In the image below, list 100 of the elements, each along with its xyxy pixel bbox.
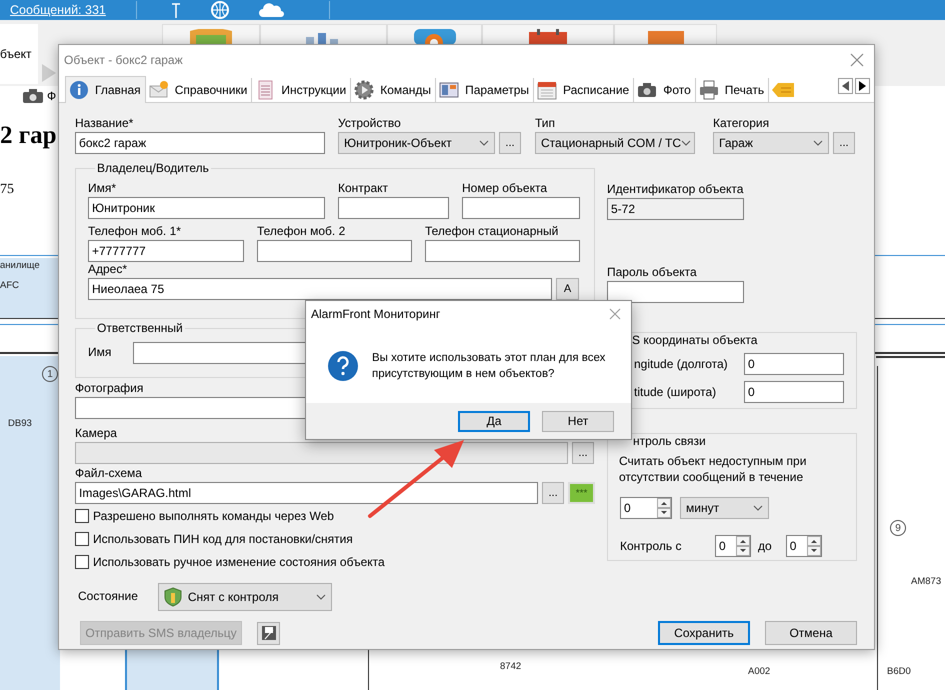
password-field[interactable] xyxy=(607,281,744,303)
text-field[interactable] xyxy=(257,240,412,262)
tab[interactable]: Инструкции xyxy=(252,78,352,102)
field-label: Фотография xyxy=(75,381,144,396)
plan-label: 8742 xyxy=(500,661,522,672)
plan-label: A002 xyxy=(748,666,770,677)
scheme-field[interactable]: Images\GARAG.html xyxy=(75,482,538,504)
scroll-right-button[interactable] xyxy=(855,78,870,94)
dropdown[interactable]: Гараж xyxy=(713,132,829,154)
message-box-title: AlarmFront Мониторинг xyxy=(311,307,440,321)
globe-icon[interactable] xyxy=(208,1,231,19)
field-label: titude (широта) xyxy=(634,384,718,398)
field-label: Пароль объекта xyxy=(607,265,697,280)
tab[interactable]: Справочники xyxy=(146,78,252,102)
tab[interactable]: Печать xyxy=(696,78,770,102)
question-icon xyxy=(327,350,359,382)
envelope-icon xyxy=(148,80,169,100)
tab-label[interactable]: Ф xyxy=(47,89,56,103)
plan-label: AFC xyxy=(0,280,19,291)
layout-icon xyxy=(439,80,460,100)
plan-zone xyxy=(0,258,60,318)
group-title: S координаты объекта xyxy=(631,333,758,348)
text-field[interactable] xyxy=(425,240,580,262)
field-label: Телефон моб. 1* xyxy=(88,224,182,239)
dialog-button[interactable]: Нет xyxy=(542,410,614,432)
browse-button[interactable]: ... xyxy=(572,442,594,464)
checkbox[interactable] xyxy=(75,532,89,546)
dialog-button[interactable]: Да xyxy=(458,410,530,432)
browse-button[interactable]: ... xyxy=(542,482,564,504)
coordinate-field[interactable]: 0 xyxy=(744,353,844,375)
checkbox[interactable] xyxy=(75,508,89,522)
object-tab[interactable]: бъект xyxy=(0,24,38,84)
dropdown[interactable]: Стационарный COM / TC xyxy=(535,132,695,154)
chevron-icon xyxy=(813,140,823,146)
spin-field[interactable]: 0 xyxy=(715,535,751,557)
group-title: нтроль связи xyxy=(632,434,707,449)
text-field[interactable]: бокс2 гараж xyxy=(75,132,325,154)
checkbox[interactable] xyxy=(75,554,89,568)
spin-field[interactable]: 0 xyxy=(620,496,672,518)
spin-arrows-icon xyxy=(657,498,671,518)
tab[interactable]: Параметры xyxy=(436,78,534,102)
field-label: Тип xyxy=(535,116,556,131)
field-label: до xyxy=(758,539,772,553)
cancel-button[interactable]: Отмена xyxy=(765,621,857,645)
printer-icon xyxy=(698,80,719,100)
field-label: ngitude (долгота) xyxy=(634,356,729,370)
dropdown[interactable]: Юнитроник-Объект xyxy=(338,132,495,154)
tab[interactable]: Фото xyxy=(634,78,696,102)
messages-link[interactable]: Сообщений: 331 xyxy=(10,3,106,17)
browse-button[interactable]: ... xyxy=(833,132,855,154)
close-icon[interactable] xyxy=(850,53,864,67)
field-label: Камера xyxy=(75,426,117,441)
camera-field[interactable] xyxy=(75,442,568,464)
coordinate-field[interactable]: 0 xyxy=(744,381,844,403)
text-field[interactable] xyxy=(462,197,580,219)
group-title: Владелец/Водитель xyxy=(95,161,211,176)
zone-number: 9 xyxy=(890,520,906,536)
save-icon-button[interactable] xyxy=(257,622,280,644)
field-label: Файл-схема xyxy=(75,466,142,481)
chevron-icon xyxy=(316,594,326,600)
field-label: Адрес* xyxy=(88,262,128,277)
text-field[interactable]: Юнитроник xyxy=(88,197,325,219)
address-field[interactable]: Ниеолаеа 75 xyxy=(88,278,552,300)
floppy-icon xyxy=(260,625,276,641)
field-label: Телефон моб. 2 xyxy=(257,224,346,239)
spin-arrows-icon xyxy=(736,536,750,556)
chevron-icon xyxy=(479,140,489,146)
close-icon[interactable] xyxy=(609,308,621,320)
plan-label: анилище xyxy=(0,260,40,271)
spin-field[interactable]: 0 xyxy=(786,535,822,557)
description-text: Считать объект недоступным при отсутствии сообщений в течение xyxy=(619,453,808,485)
text-field[interactable]: +7777777 xyxy=(88,240,244,262)
page-heading: 2 гар xyxy=(0,122,57,150)
text-field[interactable] xyxy=(338,197,449,219)
browse-button[interactable]: ... xyxy=(499,132,521,154)
field-label: Категория xyxy=(713,116,770,131)
address-button[interactable]: A xyxy=(556,278,579,300)
info-icon xyxy=(69,80,89,100)
save-button[interactable]: Сохранить xyxy=(658,621,750,645)
calendar-icon xyxy=(537,80,558,100)
tab[interactable]: Расписание xyxy=(534,78,634,102)
id-field[interactable]: 5-72 xyxy=(607,198,744,220)
tab[interactable]: Команды xyxy=(351,78,436,102)
chevron-icon xyxy=(753,505,763,511)
message-text: Вы хотите использовать этот план для всех присутствующим в нем объектов? xyxy=(372,351,606,382)
unit-dropdown[interactable]: минут xyxy=(680,497,769,519)
checkbox-label: Использовать ручное изменение состояния объекта xyxy=(93,554,385,568)
note-icon[interactable] xyxy=(772,81,794,99)
cloud-icon[interactable] xyxy=(258,3,285,17)
state-dropdown[interactable]: Снят с контроля xyxy=(158,583,332,611)
tab[interactable]: Главная xyxy=(65,76,146,103)
camera-icon[interactable] xyxy=(23,89,43,103)
field-label: Телефон стационарный xyxy=(425,224,560,239)
field-label: Контроль с xyxy=(620,539,682,553)
field-label: Идентификатор объекта xyxy=(607,182,744,197)
field-label: Имя xyxy=(88,345,112,360)
scroll-left-button[interactable] xyxy=(838,78,853,94)
dialog-title: Объект - бокс2 гараж xyxy=(64,53,183,67)
pin-button[interactable]: *** xyxy=(568,482,595,504)
field-label: Имя* xyxy=(88,181,118,196)
